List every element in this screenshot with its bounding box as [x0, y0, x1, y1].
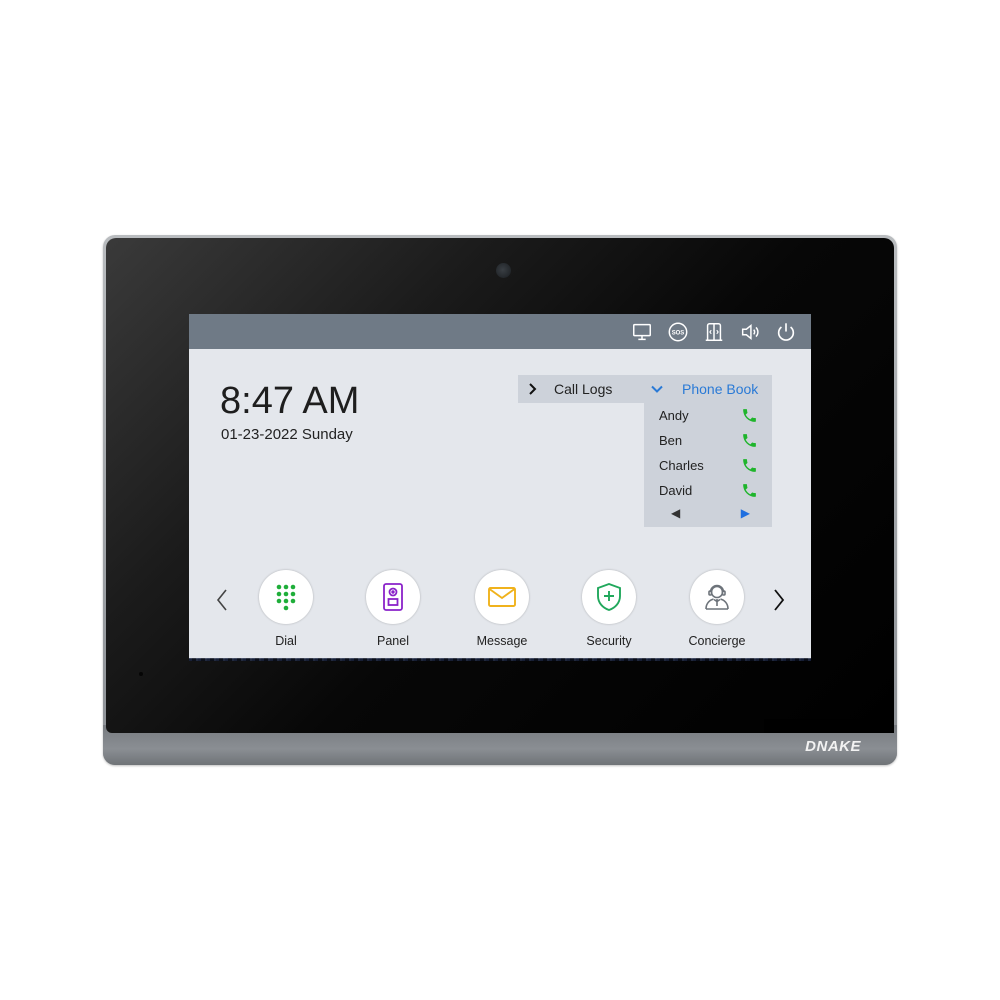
- tab-phone-book[interactable]: Phone Book: [644, 375, 772, 403]
- app-panel-button[interactable]: [366, 570, 420, 624]
- app-dial-label: Dial: [275, 634, 297, 648]
- clock-time: 8:47 AM: [220, 380, 360, 422]
- app-security-button[interactable]: [582, 570, 636, 624]
- chevron-down-icon: [650, 382, 666, 396]
- camera-lens: [496, 263, 511, 278]
- call-icon[interactable]: [741, 407, 758, 424]
- app-concierge-button[interactable]: [690, 570, 744, 624]
- contact-name: David: [659, 483, 693, 498]
- app-dial-button[interactable]: [259, 570, 313, 624]
- shield-plus-icon: [597, 582, 621, 612]
- contact-row[interactable]: Ben: [644, 428, 772, 453]
- app-security[interactable]: Security: [569, 570, 649, 648]
- call-icon[interactable]: [741, 482, 758, 499]
- contact-name: Ben: [659, 433, 683, 448]
- microphone-hole: [139, 672, 143, 676]
- next-page-button[interactable]: ▶: [741, 506, 750, 520]
- previous-page-button[interactable]: ◀: [671, 506, 680, 520]
- door-panel-icon: [383, 583, 403, 611]
- envelope-icon: [488, 587, 516, 607]
- contact-row[interactable]: Charles: [644, 453, 772, 478]
- app-security-label: Security: [586, 634, 632, 648]
- phone-book-panel: Phone Book Andy Ben Charles David ◀ ▶: [644, 375, 772, 527]
- contact-name: Charles: [659, 458, 704, 473]
- call-icon[interactable]: [741, 457, 758, 474]
- app-panel[interactable]: Panel: [353, 570, 433, 648]
- next-apps-button[interactable]: [770, 586, 788, 614]
- tab-phone-book-label: Phone Book: [682, 381, 759, 397]
- bezel-notch: [764, 719, 894, 733]
- dialpad-icon: [276, 584, 296, 611]
- touch-screen: SOS 8:47 AM 01-23-2022 Sunday Call Logs …: [189, 314, 811, 659]
- app-message[interactable]: Message: [462, 570, 542, 648]
- power-icon[interactable]: [773, 319, 799, 345]
- brand-logo: DNAKE: [805, 738, 861, 755]
- screen-edge: [189, 658, 811, 661]
- status-icons: SOS: [629, 319, 799, 345]
- phone-book-pager: ◀ ▶: [644, 503, 772, 523]
- svg-text:SOS: SOS: [672, 330, 685, 336]
- previous-apps-button[interactable]: [213, 586, 231, 614]
- contact-row[interactable]: David: [644, 478, 772, 503]
- contact-name: Andy: [659, 408, 689, 423]
- volume-icon[interactable]: [737, 319, 763, 345]
- call-icon[interactable]: [741, 432, 758, 449]
- chevron-right-icon: [774, 589, 785, 611]
- tab-call-logs-label: Call Logs: [554, 381, 613, 397]
- app-dial[interactable]: Dial: [246, 570, 326, 648]
- app-message-label: Message: [476, 634, 528, 648]
- app-concierge-label: Concierge: [688, 634, 746, 648]
- status-bar: SOS: [189, 314, 811, 349]
- app-concierge[interactable]: Concierge: [677, 570, 757, 648]
- monitor-icon[interactable]: [629, 319, 655, 345]
- concierge-icon: [705, 584, 729, 610]
- clock-date: 01-23-2022 Sunday: [221, 426, 353, 443]
- contact-row[interactable]: Andy: [644, 403, 772, 428]
- chevron-right-icon: [526, 382, 542, 396]
- elevator-icon[interactable]: [701, 319, 727, 345]
- tab-call-logs[interactable]: Call Logs: [518, 375, 645, 403]
- app-message-button[interactable]: [475, 570, 529, 624]
- app-panel-label: Panel: [377, 634, 409, 648]
- sos-icon[interactable]: SOS: [665, 319, 691, 345]
- chevron-left-icon: [216, 589, 227, 611]
